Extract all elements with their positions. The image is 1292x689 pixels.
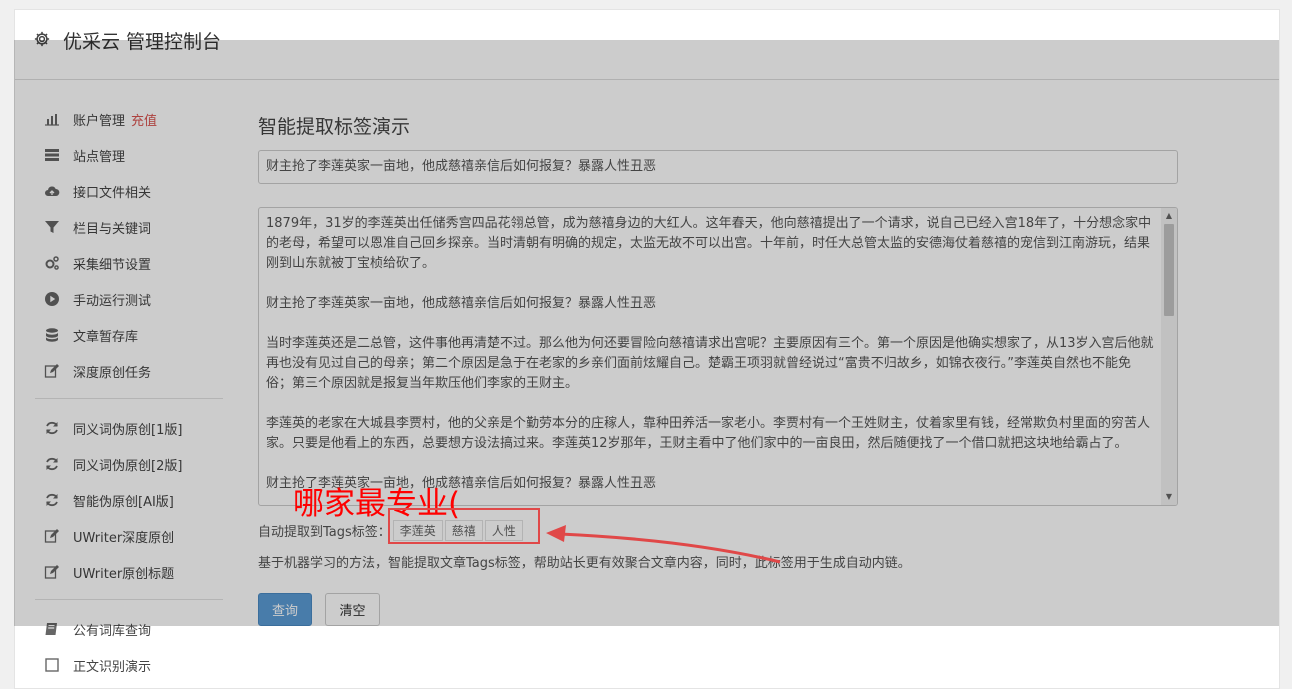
content-paragraph: 李莲英的老家在大城县李贾村，他的父亲是个勤劳本分的庄稼人，靠种田养活一家老小。李… — [266, 416, 1151, 451]
sidebar-item-label: 站点管理 — [73, 149, 126, 165]
refresh-icon — [43, 492, 61, 508]
cloud-upload-icon — [43, 183, 61, 199]
sidebar-divider — [35, 398, 223, 399]
filter-icon — [43, 219, 61, 235]
edit-icon — [43, 363, 61, 379]
sidebar-item-label: 手动运行测试 — [73, 293, 152, 309]
sidebar-item-deep-original[interactable]: 深度原创任务 — [43, 359, 233, 383]
article-title-input[interactable]: 财主抢了李莲英家一亩地，他成慈禧亲信后如何报复？暴露人性丑恶 — [258, 150, 1178, 184]
content-paragraph: 当时李莲英还是二总管，这件事他再清楚不过。那么他为何还要冒险向慈禧请求出宫呢？主… — [266, 336, 1154, 391]
sidebar-item-manual-run[interactable]: 手动运行测试 — [43, 287, 233, 311]
sidebar-item-collect-settings[interactable]: 采集细节设置 — [43, 251, 233, 275]
sidebar-item-label: UWriter深度原创 — [73, 530, 175, 546]
bar-chart-icon — [43, 111, 61, 127]
tags-label: 自动提取到Tags标签： — [258, 525, 391, 540]
sidebar-item-label: 同义词伪原创[1版] — [73, 422, 183, 438]
recharge-link[interactable]: 充值 — [131, 110, 157, 129]
sidebar-item-uwriter-deep[interactable]: UWriter深度原创 — [43, 524, 233, 548]
book-icon — [43, 621, 61, 637]
gear-icon — [33, 30, 51, 48]
sidebar-item-label: 文章暂存库 — [73, 329, 139, 345]
sidebar-divider — [35, 599, 223, 600]
sidebar-item-label: UWriter原创标题 — [73, 566, 175, 582]
sidebar-item-body-recognition[interactable]: 正文识别演示 — [43, 653, 233, 677]
article-content-text: 1879年，31岁的李莲英出任储秀宫四品花翎总管，成为慈禧身边的大红人。这年春天… — [266, 214, 1154, 505]
scroll-thumb[interactable] — [1164, 224, 1174, 316]
square-icon — [43, 657, 61, 673]
sidebar-item-label: 接口文件相关 — [73, 185, 152, 201]
header: 优采云 管理控制台 — [15, 10, 1279, 80]
sidebar-item-columns[interactable]: 栏目与关键词 — [43, 215, 233, 239]
scroll-down-icon[interactable]: ▼ — [1161, 489, 1177, 505]
edit-icon — [43, 528, 61, 544]
sidebar-item-article-store[interactable]: 文章暂存库 — [43, 323, 233, 347]
content-paragraph: 财主抢了李莲英家一亩地，他成慈禧亲信后如何报复？暴露人性丑恶 — [266, 296, 657, 311]
sidebar-item-label: 同义词伪原创[2版] — [73, 458, 183, 474]
sidebar-item-label: 账户管理 — [73, 113, 126, 129]
database-icon — [43, 327, 61, 343]
annotation-arrow-icon — [546, 525, 781, 564]
play-circle-icon — [43, 291, 61, 307]
query-button[interactable]: 查询 — [258, 593, 312, 626]
sidebar-item-uwriter-title[interactable]: UWriter原创标题 — [43, 560, 233, 584]
content-paragraph: 1879年，31岁的李莲英出任储秀宫四品花翎总管，成为慈禧身边的大红人。这年春天… — [266, 216, 1152, 271]
sidebar-item-label: 正文识别演示 — [73, 659, 152, 675]
annotation-highlight-box — [388, 508, 540, 544]
sidebar-item-account[interactable]: 账户管理 充值 — [43, 107, 233, 131]
sidebar-item-label: 栏目与关键词 — [73, 221, 152, 237]
sidebar-item-label: 公有词库查询 — [73, 623, 152, 639]
sidebar-item-site[interactable]: 站点管理 — [43, 143, 233, 167]
console-panel: 优采云 管理控制台 账户管理 充值 站点管理 接口文件相关 栏目与关键词 采集细… — [14, 9, 1280, 689]
sidebar-item-label: 深度原创任务 — [73, 365, 152, 381]
article-content-textarea[interactable]: 1879年，31岁的李莲英出任储秀宫四品花翎总管，成为慈禧身边的大红人。这年春天… — [258, 207, 1178, 506]
sidebar-item-public-lexicon[interactable]: 公有词库查询 — [43, 617, 233, 641]
cogs-icon — [43, 255, 61, 271]
sidebar-item-synonym-v2[interactable]: 同义词伪原创[2版] — [43, 452, 233, 476]
sidebar-item-label: 采集细节设置 — [73, 257, 152, 273]
refresh-icon — [43, 456, 61, 472]
sidebar-item-ai-rewrite[interactable]: 智能伪原创[AI版] — [43, 488, 233, 512]
scroll-up-icon[interactable]: ▲ — [1161, 208, 1177, 224]
refresh-icon — [43, 420, 61, 436]
sidebar-item-synonym-v1[interactable]: 同义词伪原创[1版] — [43, 416, 233, 440]
section-heading: 智能提取标签演示 — [258, 116, 411, 138]
clear-button[interactable]: 清空 — [325, 593, 380, 626]
sidebar-item-label: 智能伪原创[AI版] — [73, 494, 174, 510]
sidebar-item-interface[interactable]: 接口文件相关 — [43, 179, 233, 203]
content-scrollbar[interactable]: ▲ ▼ — [1161, 208, 1177, 505]
page-title: 优采云 管理控制台 — [63, 31, 222, 53]
server-icon — [43, 147, 61, 163]
edit-icon — [43, 564, 61, 580]
